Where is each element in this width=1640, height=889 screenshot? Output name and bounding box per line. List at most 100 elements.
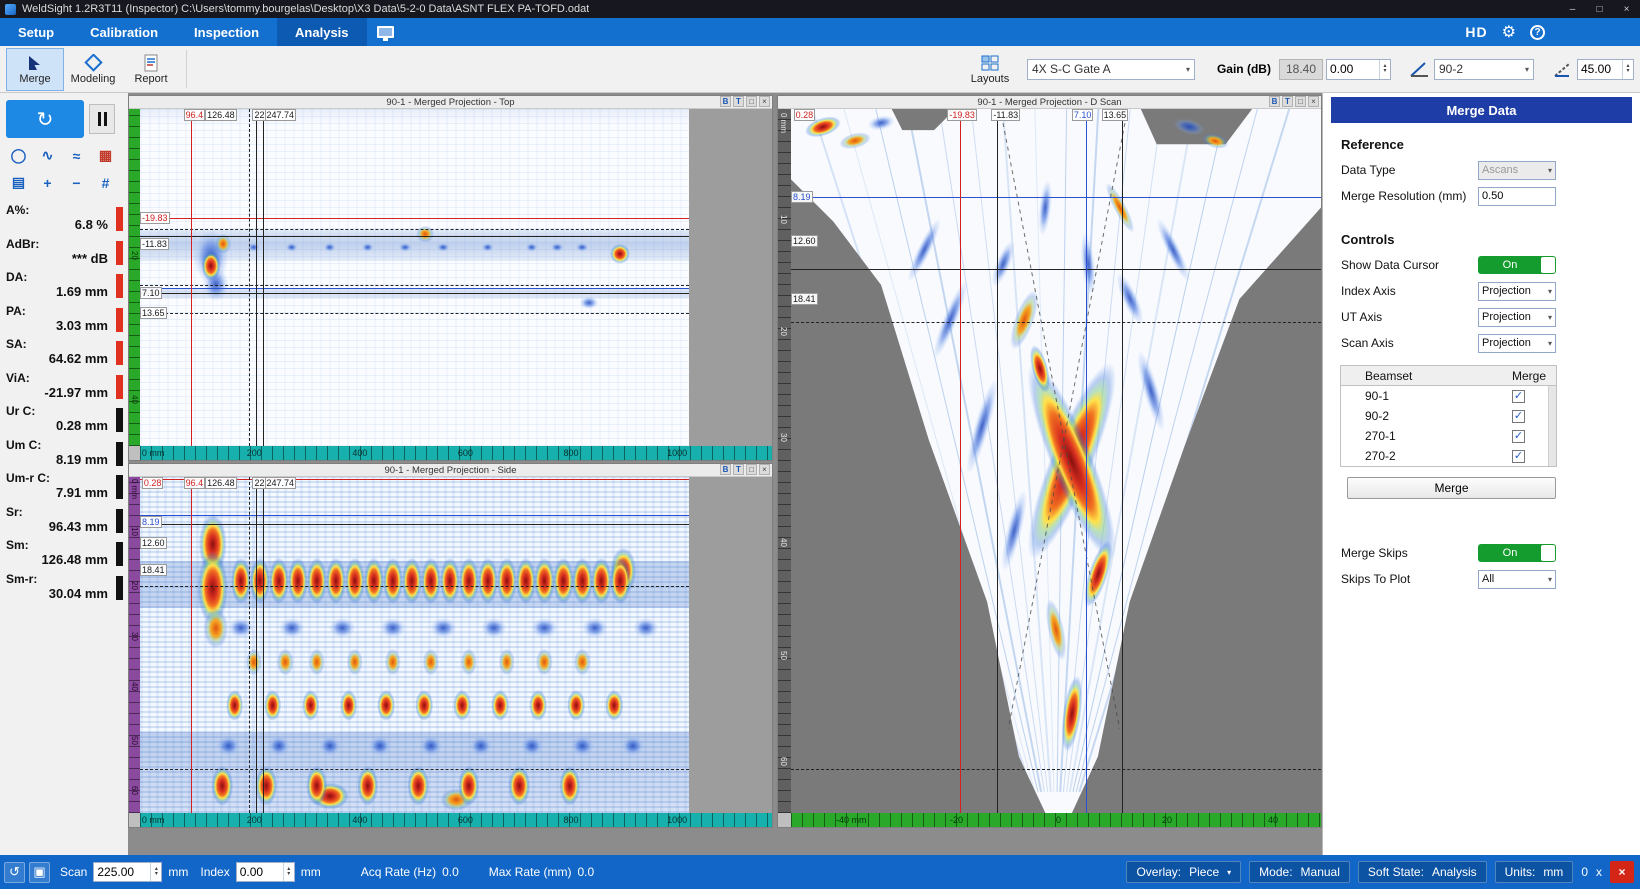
- merge-skips-toggle[interactable]: On: [1478, 544, 1556, 562]
- numbering-tool-button[interactable]: #: [91, 169, 120, 196]
- cursor-hline[interactable]: [140, 515, 689, 516]
- cursor-hline[interactable]: [140, 218, 689, 219]
- merge-button[interactable]: Merge: [1347, 477, 1556, 499]
- beamset-row[interactable]: 270-2✓: [1341, 446, 1556, 466]
- view-button-×[interactable]: ×: [1308, 96, 1319, 107]
- index-spinner[interactable]: ▴▾: [283, 863, 294, 881]
- ellipse-tool-button[interactable]: ◯: [4, 142, 33, 169]
- dscan-view-plot[interactable]: 0.28-19.83-11.837.1013.658.1912.6018.41: [791, 109, 1321, 813]
- cursor-hline[interactable]: [791, 769, 1321, 770]
- top-view-plot[interactable]: 96.4126.4822247.74-19.83-11.837.1013.65: [140, 109, 772, 446]
- data-type-select[interactable]: Ascans ▾: [1478, 161, 1556, 180]
- view-button-t[interactable]: T: [733, 96, 744, 107]
- tab-inspection[interactable]: Inspection: [176, 18, 277, 46]
- index-axis-select[interactable]: Projection ▾: [1478, 282, 1556, 301]
- cursor-vline[interactable]: [1122, 109, 1123, 813]
- cursor-vline[interactable]: [256, 109, 257, 446]
- cursor-vline[interactable]: [256, 477, 257, 813]
- minimize-button[interactable]: –: [1559, 0, 1586, 18]
- view-button-b[interactable]: B: [720, 96, 731, 107]
- merge-checkbox[interactable]: ✓: [1512, 410, 1525, 423]
- gain-spinner[interactable]: ▴▾: [1379, 60, 1390, 79]
- scan-spinner[interactable]: ▴▾: [150, 863, 161, 881]
- view-button-b[interactable]: B: [720, 464, 731, 475]
- table-scrollbar[interactable]: [1548, 386, 1556, 466]
- ut-axis-select[interactable]: Projection ▾: [1478, 308, 1556, 327]
- report-page-tool-button[interactable]: ▤: [4, 169, 33, 196]
- gain-input[interactable]: [1327, 60, 1379, 79]
- beamset-row[interactable]: 90-1✓: [1341, 386, 1556, 406]
- cursor-vline[interactable]: [960, 109, 961, 813]
- cursor-hline[interactable]: [140, 769, 689, 770]
- beamset-select[interactable]: 90-2 ▾: [1434, 59, 1534, 80]
- waveform-tool-button[interactable]: ≈: [62, 142, 91, 169]
- merge-checkbox[interactable]: ✓: [1512, 390, 1525, 403]
- tab-analysis[interactable]: Analysis: [277, 18, 366, 46]
- sizing-curve-tool-button[interactable]: ∿: [33, 142, 62, 169]
- cursor-vline[interactable]: [263, 109, 264, 446]
- layouts-button[interactable]: Layouts: [961, 48, 1019, 91]
- pause-button[interactable]: [89, 104, 115, 134]
- view-button-×[interactable]: ×: [759, 96, 770, 107]
- report-mode-button[interactable]: Report: [122, 48, 180, 91]
- cursor-hline[interactable]: [140, 313, 689, 314]
- maximize-button[interactable]: □: [1586, 0, 1613, 18]
- merge-mode-button[interactable]: Merge: [6, 48, 64, 91]
- reset-view-button[interactable]: ↺: [4, 862, 25, 883]
- add-tool-button[interactable]: +: [33, 169, 62, 196]
- help-icon[interactable]: ?: [1530, 25, 1545, 40]
- show-data-cursor-toggle[interactable]: On: [1478, 256, 1556, 274]
- cursor-hline[interactable]: [140, 288, 689, 289]
- skew-spinner[interactable]: ▴▾: [1622, 60, 1633, 79]
- scan-position-input[interactable]: [94, 863, 150, 881]
- scan-axis-select[interactable]: Projection ▾: [1478, 334, 1556, 353]
- cursor-hline[interactable]: [140, 285, 689, 286]
- cursor-hline[interactable]: [140, 524, 689, 525]
- view-button-t[interactable]: T: [733, 464, 744, 475]
- cursor-vline[interactable]: [1086, 109, 1087, 813]
- ruler-label: 200: [247, 448, 262, 458]
- side-view-plot[interactable]: 0.2896.4126.4822247.748.1912.6018.41: [140, 477, 772, 813]
- tab-calibration[interactable]: Calibration: [72, 18, 176, 46]
- cursor-mode-button[interactable]: ▣: [29, 862, 50, 883]
- cursor-vline[interactable]: [249, 477, 250, 813]
- close-button[interactable]: ×: [1613, 0, 1640, 18]
- view-button-t[interactable]: T: [1282, 96, 1293, 107]
- cursor-vline[interactable]: [997, 109, 998, 813]
- merge-resolution-input[interactable]: [1478, 187, 1556, 206]
- view-button-b[interactable]: B: [1269, 96, 1280, 107]
- skips-to-plot-select[interactable]: All ▾: [1478, 570, 1556, 589]
- merge-checkbox[interactable]: ✓: [1512, 430, 1525, 443]
- view-button-×[interactable]: ×: [759, 464, 770, 475]
- view-button-□[interactable]: □: [746, 464, 757, 475]
- beamset-row[interactable]: 90-2✓: [1341, 406, 1556, 426]
- cursor-vline[interactable]: [191, 109, 192, 446]
- cursor-hline[interactable]: [791, 269, 1321, 270]
- remove-tool-button[interactable]: −: [62, 169, 91, 196]
- view-button-□[interactable]: □: [1295, 96, 1306, 107]
- sync-views-button[interactable]: ↻: [6, 100, 84, 138]
- cursor-hline[interactable]: [140, 229, 689, 230]
- cursor-vline[interactable]: [249, 109, 250, 446]
- index-position-input[interactable]: [237, 863, 283, 881]
- grid-tool-button[interactable]: ▦: [91, 142, 120, 169]
- cursor-hline[interactable]: [791, 322, 1321, 323]
- tab-setup[interactable]: Setup: [0, 18, 72, 46]
- view-button-□[interactable]: □: [746, 96, 757, 107]
- skew-angle-input[interactable]: [1578, 60, 1622, 79]
- display-icon[interactable]: [377, 26, 394, 38]
- cursor-hline[interactable]: [140, 236, 689, 237]
- cursor-vline[interactable]: [191, 477, 192, 813]
- overlay-select[interactable]: Overlay: Piece ▾: [1126, 861, 1241, 883]
- cursor-vline[interactable]: [263, 477, 264, 813]
- cursor-hline[interactable]: [140, 293, 689, 294]
- alert-icon[interactable]: ×: [1610, 861, 1634, 883]
- settings-gear-icon[interactable]: ⚙: [1502, 22, 1516, 42]
- cursor-hline[interactable]: [791, 197, 1321, 198]
- menubar: SetupCalibrationInspectionAnalysis HD ⚙ …: [0, 18, 1640, 46]
- cursor-hline[interactable]: [140, 586, 689, 587]
- modeling-mode-button[interactable]: Modeling: [64, 48, 122, 91]
- beamset-row[interactable]: 270-1✓: [1341, 426, 1556, 446]
- layout-preset-select[interactable]: 4X S-C Gate A ▾: [1027, 59, 1195, 80]
- merge-checkbox[interactable]: ✓: [1512, 450, 1525, 463]
